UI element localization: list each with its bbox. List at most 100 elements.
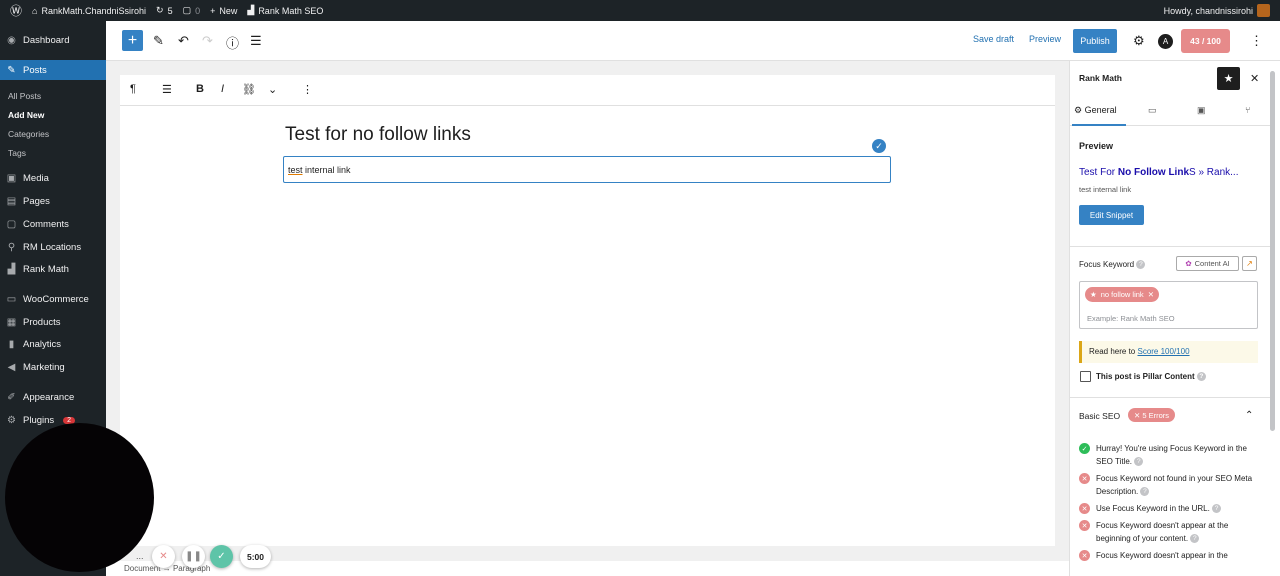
details-button[interactable]: ⓘ xyxy=(226,33,239,52)
check-fail-icon: ✕ xyxy=(1079,473,1090,484)
sidebar-item-marketing[interactable]: ◀ Marketing xyxy=(0,357,106,377)
astra-button[interactable]: A xyxy=(1158,34,1173,49)
site-name-link[interactable]: ⌂ RankMath.ChandniSsirohi xyxy=(32,6,146,16)
score-link[interactable]: Score 100/100 xyxy=(1137,347,1189,356)
rankmath-adminbar-link[interactable]: ▟ Rank Math SEO xyxy=(247,5,323,16)
tab-general[interactable]: ⚙ General xyxy=(1074,105,1117,116)
redo-icon: ↷ xyxy=(202,33,213,48)
italic-icon[interactable]: I xyxy=(221,83,224,95)
comments-link[interactable]: ▢ 0 xyxy=(183,5,201,16)
snippet-description: test internal link xyxy=(1079,185,1132,194)
sidebar-item-rm-locations[interactable]: ⚲ RM Locations xyxy=(0,237,106,257)
panel-title: Rank Math xyxy=(1079,73,1122,83)
comment-icon: ▢ xyxy=(6,218,17,230)
more-vertical-icon: ⋮ xyxy=(1250,33,1263,48)
sidebar-item-pages[interactable]: ▤ Pages xyxy=(0,191,106,211)
tab-advanced[interactable]: ▭ xyxy=(1148,105,1157,116)
rankmath-chart-icon: ▟ xyxy=(247,5,255,15)
undo-button[interactable]: ↶ xyxy=(178,33,189,49)
home-icon: ⌂ xyxy=(32,5,38,16)
keyword-tag[interactable]: ★ no follow link ✕ xyxy=(1085,287,1159,302)
wordpress-logo-icon[interactable]: Ⓦ xyxy=(10,2,22,19)
chevron-down-icon[interactable]: ⌄ xyxy=(268,83,277,96)
share-icon: ⑂ xyxy=(1245,105,1251,115)
sidebar-item-rank-math[interactable]: ▟ Rank Math xyxy=(0,259,106,279)
save-draft-button[interactable]: Save draft xyxy=(973,34,1014,44)
preview-button[interactable]: Preview xyxy=(1029,34,1061,44)
basic-seo-heading[interactable]: Basic SEO xyxy=(1079,411,1120,421)
recorder-timer: 5:00 xyxy=(240,545,271,568)
seo-check-item: Focus Keyword doesn't appear in the xyxy=(1096,551,1228,560)
edit-snippet-button[interactable]: Edit Snippet xyxy=(1079,205,1144,225)
new-content-link[interactable]: + New xyxy=(210,6,237,16)
post-title[interactable]: Test for no follow links xyxy=(285,124,471,146)
sidebar-item-woocommerce[interactable]: ▭ WooCommerce xyxy=(0,289,106,309)
sidebar-sub-categories[interactable]: Categories xyxy=(8,129,49,139)
content-ai-icon: ✿ xyxy=(1185,259,1192,268)
bold-icon[interactable]: B xyxy=(196,83,204,95)
sidebar-item-products[interactable]: ▦ Products xyxy=(0,312,106,332)
content-ai-button[interactable]: ✿ Content AI xyxy=(1176,256,1239,271)
woo-icon: ▭ xyxy=(6,293,17,305)
sidebar-sub-add-new[interactable]: Add New xyxy=(8,110,44,120)
pages-icon: ▤ xyxy=(6,195,17,207)
settings-button[interactable]: ⚙ xyxy=(1133,33,1145,49)
sidebar-item-analytics[interactable]: ▮ Analytics xyxy=(0,334,106,354)
publish-button[interactable]: Publish xyxy=(1073,29,1117,53)
chevron-up-icon[interactable]: ⌃ xyxy=(1245,410,1253,421)
account-menu[interactable]: Howdy, chandnissirohi xyxy=(1164,0,1270,21)
misspelled-word: test xyxy=(288,165,303,175)
undo-icon: ↶ xyxy=(178,33,189,48)
seo-check-item: Use Focus Keyword in the URL. ? xyxy=(1096,502,1261,515)
updates-link[interactable]: ↻ 5 xyxy=(156,5,173,16)
rankmath-score-button[interactable]: 43 / 100 xyxy=(1181,29,1230,53)
star-button[interactable]: ★ xyxy=(1217,67,1240,90)
paragraph-block[interactable]: test internal link xyxy=(283,156,891,183)
add-block-button[interactable]: + xyxy=(122,30,143,51)
astra-logo-icon: A xyxy=(1162,37,1169,46)
options-button[interactable]: ⋮ xyxy=(1250,33,1263,49)
help-icon[interactable]: ? xyxy=(1212,504,1222,514)
x-icon: ✕ xyxy=(1134,410,1143,420)
sidebar-item-comments[interactable]: ▢ Comments xyxy=(0,214,106,234)
close-icon[interactable]: ✕ xyxy=(1250,72,1259,85)
tab-schema[interactable]: ▣ xyxy=(1197,105,1206,116)
pause-icon: ❚❚ xyxy=(185,551,202,562)
help-icon[interactable]: ? xyxy=(1134,457,1144,467)
x-icon: ✕ xyxy=(159,551,168,562)
trend-icon: ↗ xyxy=(1246,259,1253,268)
recorder-delete-button[interactable]: ✕ xyxy=(152,545,175,568)
recorder-pause-button[interactable]: ❚❚ xyxy=(182,545,205,568)
trends-button[interactable]: ↗ xyxy=(1242,256,1257,271)
help-icon[interactable]: ? xyxy=(1136,260,1146,270)
recorder-finish-button[interactable]: ✓ xyxy=(210,545,233,568)
recorder-more[interactable]: ... xyxy=(136,551,144,561)
block-toolbar: ¶ ☰ B I ⛓ ⌄ ⋮ xyxy=(120,75,1055,106)
plugin-icon: ⚙ xyxy=(7,414,16,426)
redo-button[interactable]: ↷ xyxy=(202,33,213,49)
sidebar-item-dashboard[interactable]: ◉ Dashboard xyxy=(0,30,106,50)
focus-keyword-input[interactable]: ★ no follow link ✕ Example: Rank Math SEO xyxy=(1079,281,1258,329)
paragraph-icon[interactable]: ¶ xyxy=(130,83,136,95)
sidebar-item-media[interactable]: ▣ Media xyxy=(0,168,106,188)
sidebar-sub-all-posts[interactable]: All Posts xyxy=(8,91,41,101)
help-icon[interactable]: ? xyxy=(1196,372,1206,382)
sidebar-item-appearance[interactable]: ✐ Appearance xyxy=(0,387,106,407)
sidebar-sub-tags[interactable]: Tags xyxy=(8,148,26,158)
list-view-button[interactable]: ☰ xyxy=(250,33,262,49)
box-icon: ▦ xyxy=(6,316,17,328)
tools-button[interactable]: ✎ xyxy=(153,33,164,49)
sidebar-item-posts[interactable]: ✎ Posts xyxy=(0,60,106,80)
link-icon[interactable]: ⛓ xyxy=(242,83,256,96)
schema-icon: ▣ xyxy=(1197,105,1206,115)
tab-social[interactable]: ⑂ xyxy=(1245,105,1250,115)
more-options-icon[interactable]: ⋮ xyxy=(302,83,313,96)
align-icon[interactable]: ☰ xyxy=(162,83,172,96)
paragraph-text: internal link xyxy=(302,165,351,175)
remove-tag-icon[interactable]: ✕ xyxy=(1148,290,1154,299)
panel-scrollbar[interactable] xyxy=(1270,71,1275,431)
help-icon[interactable]: ? xyxy=(1140,487,1150,497)
seo-check-item: Focus Keyword not found in your SEO Meta… xyxy=(1096,474,1253,497)
pillar-content-checkbox[interactable] xyxy=(1080,371,1091,382)
help-icon[interactable]: ? xyxy=(1190,534,1200,544)
